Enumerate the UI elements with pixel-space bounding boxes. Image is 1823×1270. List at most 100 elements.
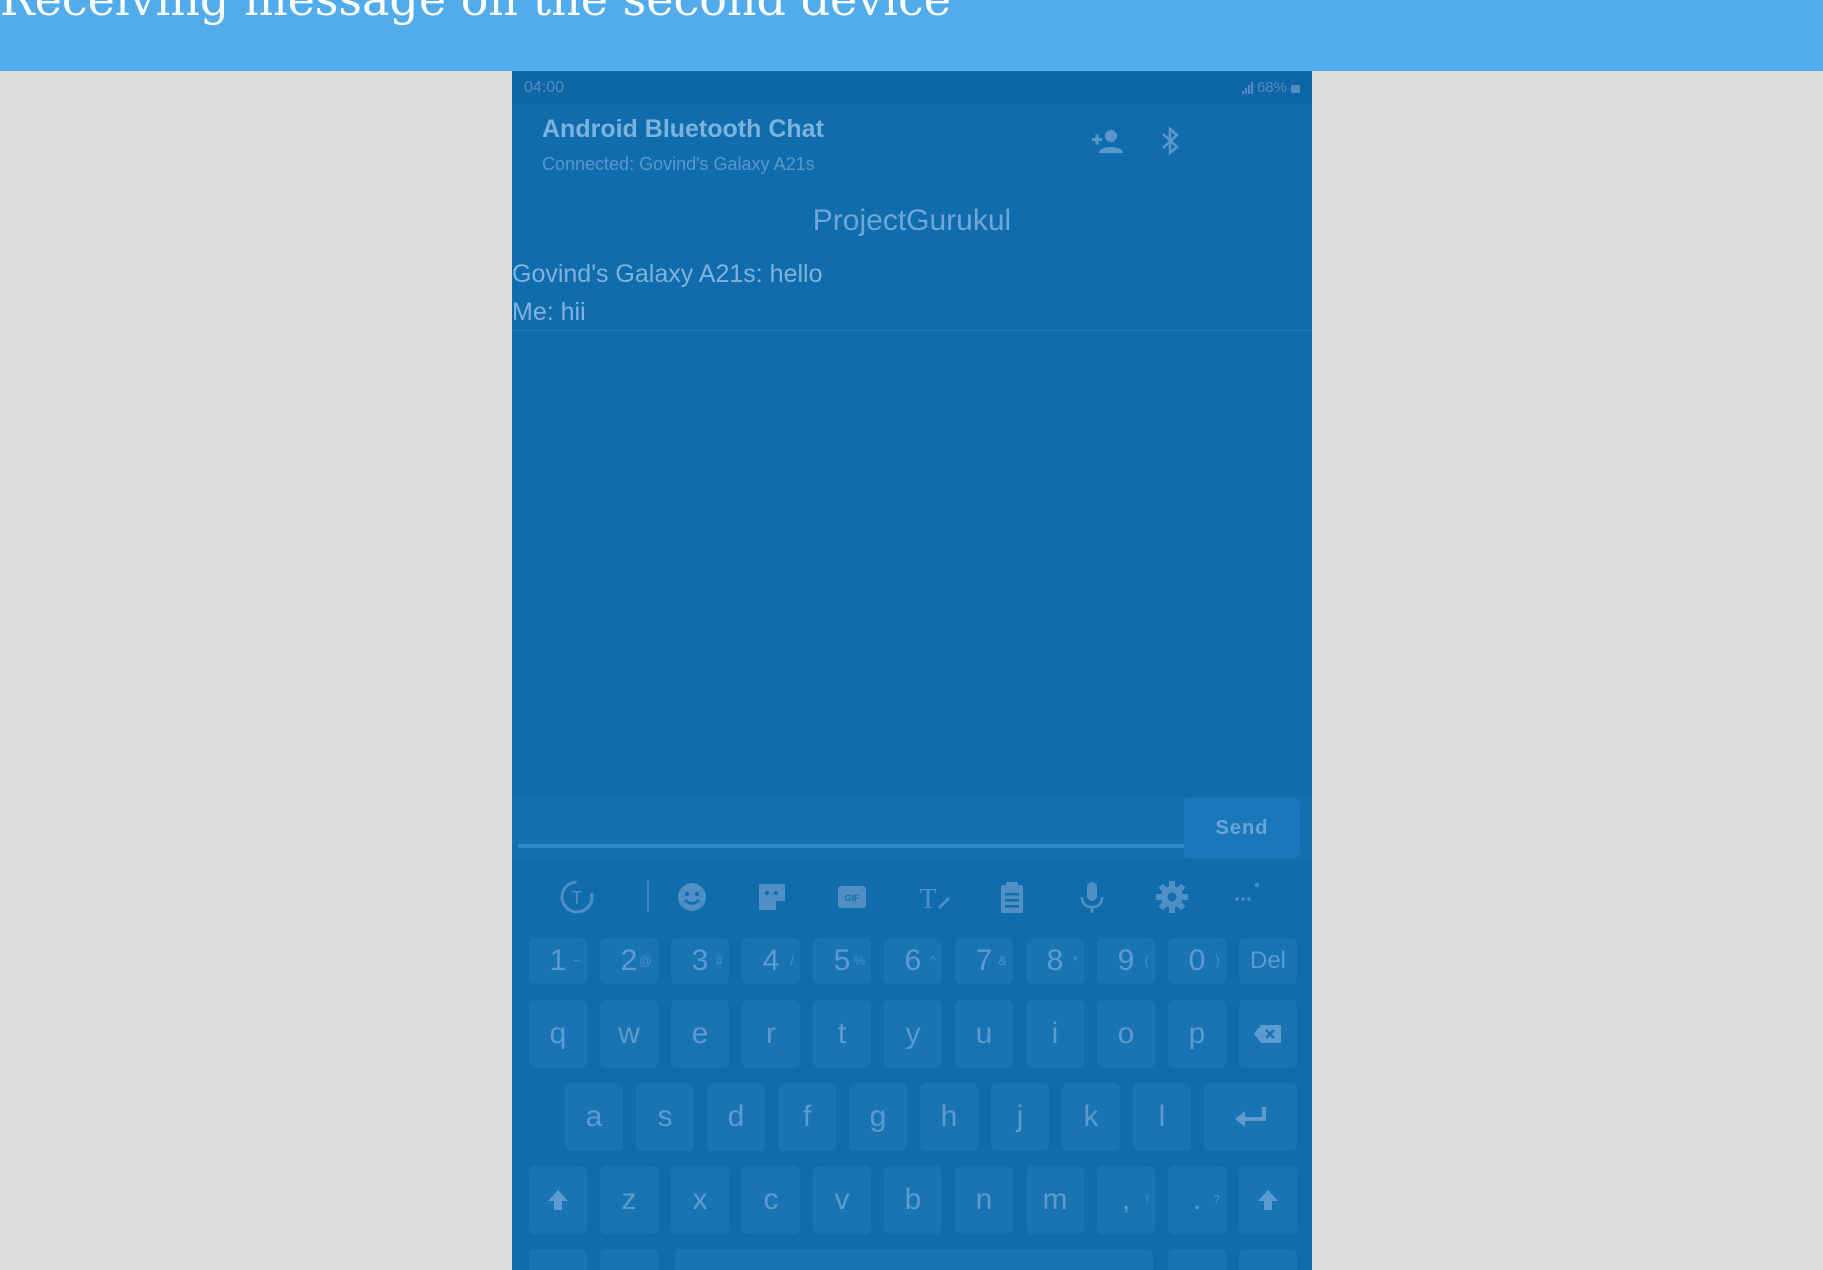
backspace-icon <box>1254 1025 1281 1043</box>
key-label: 2 <box>620 944 638 977</box>
gif-icon[interactable]: GIF <box>832 877 872 917</box>
key-label: w <box>618 1017 640 1050</box>
key-secondary-label: ? <box>1212 1192 1220 1207</box>
key-l[interactable]: l <box>1133 1083 1191 1151</box>
key-0[interactable]: 0) <box>1168 938 1226 984</box>
key-secondary-label: & <box>998 953 1007 968</box>
key-o[interactable]: o <box>1097 1000 1155 1068</box>
key-label: k <box>1083 1100 1099 1133</box>
key-punct-1[interactable]: .? <box>1168 1166 1226 1234</box>
phone-screen: 04:00 68% Android Bluetooth Chat Connect… <box>512 71 1312 1270</box>
key-label: 5 <box>833 944 851 977</box>
key-t[interactable]: t <box>813 1000 871 1068</box>
key-label: r <box>766 1017 776 1050</box>
bluetooth-icon[interactable] <box>1152 123 1188 159</box>
key-7[interactable]: 7 & <box>955 938 1013 984</box>
key-9[interactable]: 9( <box>1097 938 1155 984</box>
slide-title-banner: Receiving message on the second device <box>0 0 1823 71</box>
key-label: 4 <box>762 944 780 977</box>
key-4[interactable]: 4/ <box>742 938 800 984</box>
symbols-key[interactable] <box>529 1249 587 1270</box>
key-label: f <box>802 1100 812 1133</box>
key-6[interactable]: 6 ^ <box>884 938 942 984</box>
emoji-icon[interactable] <box>672 877 712 917</box>
key-m[interactable]: m <box>1026 1166 1084 1234</box>
more-icon[interactable] <box>1227 877 1267 917</box>
key-r[interactable]: r <box>742 1000 800 1068</box>
key-secondary-label: ^ <box>929 953 936 968</box>
space-key[interactable] <box>675 1249 1153 1270</box>
shift-key-left[interactable] <box>529 1166 587 1234</box>
key-s[interactable]: s <box>636 1083 694 1151</box>
key-e[interactable]: e <box>671 1000 729 1068</box>
key-b[interactable]: b <box>884 1166 942 1234</box>
add-person-icon[interactable] <box>1090 123 1126 159</box>
key-u[interactable]: u <box>955 1000 1013 1068</box>
key-f[interactable]: f <box>778 1083 836 1151</box>
key-label: h <box>940 1100 958 1133</box>
key-5[interactable]: 5% <box>813 938 871 984</box>
shift-key-right[interactable] <box>1239 1166 1297 1234</box>
key-v[interactable]: v <box>813 1166 871 1234</box>
key-k[interactable]: k <box>1062 1083 1120 1151</box>
key-h[interactable]: h <box>920 1083 978 1151</box>
send-button[interactable]: Send <box>1184 798 1300 858</box>
period-key[interactable] <box>1168 1249 1226 1270</box>
key-i[interactable]: i <box>1026 1000 1084 1068</box>
key-label: 6 <box>904 944 922 977</box>
key-c[interactable]: c <box>742 1166 800 1234</box>
key-g[interactable]: g <box>849 1083 907 1151</box>
key-label: a <box>585 1100 603 1133</box>
enter-key[interactable] <box>1204 1083 1297 1151</box>
key-label: j <box>1016 1100 1024 1133</box>
key-label: c <box>763 1183 779 1216</box>
key-del[interactable]: Del <box>1239 938 1297 984</box>
key-d[interactable]: d <box>707 1083 765 1151</box>
key-secondary-label: ~ <box>573 953 581 968</box>
language-key[interactable] <box>600 1249 658 1270</box>
shift-icon <box>1258 1190 1278 1210</box>
key-secondary-label: * <box>1072 953 1078 968</box>
key-q[interactable]: q <box>529 1000 587 1068</box>
key-label: Del <box>1249 947 1286 974</box>
key-y[interactable]: y <box>884 1000 942 1068</box>
key-label: t <box>837 1017 847 1050</box>
text-translate-icon[interactable]: T <box>557 877 597 917</box>
handwriting-icon[interactable]: T <box>912 877 952 917</box>
key-secondary-label: @ <box>638 953 652 968</box>
key-label: b <box>904 1183 922 1216</box>
battery-percent: 68% <box>1256 79 1287 96</box>
key-label: s <box>657 1100 673 1133</box>
key-secondary-label: / <box>790 953 794 968</box>
key-w[interactable]: w <box>600 1000 658 1068</box>
mic-icon[interactable] <box>1072 877 1112 917</box>
clipboard-icon[interactable] <box>992 877 1032 917</box>
key-8[interactable]: 8 * <box>1026 938 1084 984</box>
key-j[interactable]: j <box>991 1083 1049 1151</box>
key-label: g <box>869 1100 887 1133</box>
key-label: m <box>1042 1183 1068 1216</box>
key-a[interactable]: a <box>565 1083 623 1151</box>
key-secondary-label: % <box>853 953 865 968</box>
key-label: p <box>1188 1017 1206 1050</box>
key-2[interactable]: 2 @ <box>600 938 658 984</box>
settings-icon[interactable] <box>1152 877 1192 917</box>
key-label: o <box>1117 1017 1135 1050</box>
key-n[interactable]: n <box>955 1166 1013 1234</box>
key-3[interactable]: 3 # <box>671 938 729 984</box>
message-input[interactable] <box>518 844 1190 848</box>
key-label: 7 <box>975 944 993 977</box>
key-punct-0[interactable]: ,! <box>1097 1166 1155 1234</box>
emoji-key[interactable] <box>1239 1249 1297 1270</box>
key-x[interactable]: x <box>671 1166 729 1234</box>
slide-title: Receiving message on the second device <box>0 0 951 26</box>
key-label: 1 <box>549 944 567 977</box>
key-secondary-label: ! <box>1145 1192 1149 1207</box>
status-time: 04:00 <box>524 79 565 96</box>
key-label: 0 <box>1188 944 1206 977</box>
key-1[interactable]: 1 ~ <box>529 938 587 984</box>
key-p[interactable]: p <box>1168 1000 1226 1068</box>
sticker-icon[interactable] <box>752 877 792 917</box>
key-z[interactable]: z <box>600 1166 658 1234</box>
backspace-key[interactable] <box>1239 1000 1297 1068</box>
